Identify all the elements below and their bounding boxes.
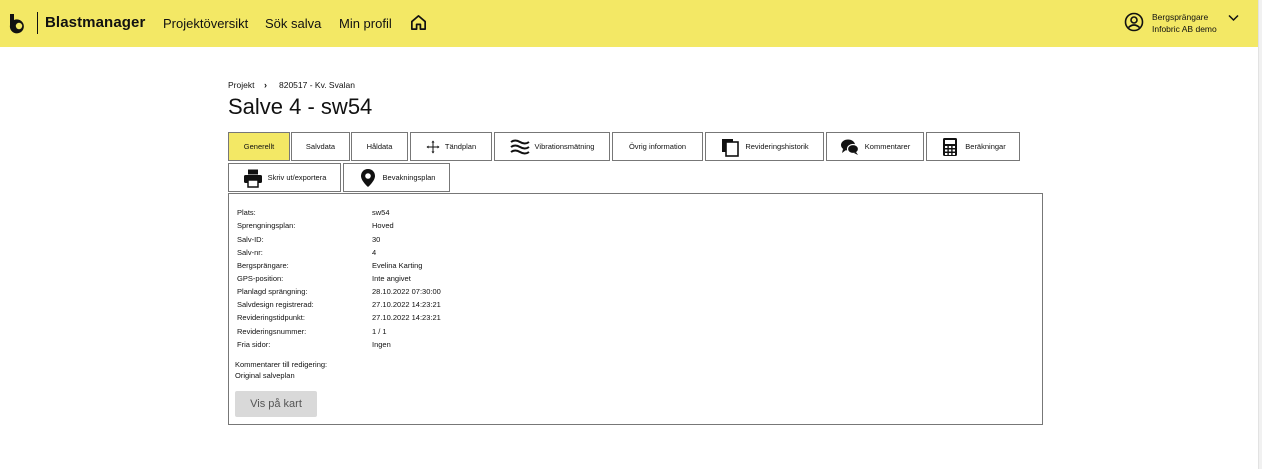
- detail-value: sw54: [372, 208, 390, 217]
- tab-label: Vibrationsmätning: [534, 142, 595, 151]
- user-name[interactable]: Bergsprängare: [1152, 12, 1208, 22]
- breadcrumb-project[interactable]: 820517 - Kv. Svalan: [279, 80, 355, 90]
- tab-revideringshistorik[interactable]: Revideringshistorik: [705, 132, 824, 161]
- waves-icon: [509, 139, 530, 154]
- nav-min-profil[interactable]: Min profil: [339, 16, 392, 31]
- detail-label: Salvdesign registrerad:: [237, 300, 314, 309]
- tab-label: Revideringshistorik: [745, 142, 809, 151]
- top-bar: Blastmanager Projektöversikt Sök salva M…: [0, 0, 1258, 47]
- tab-label: Beräkningar: [965, 142, 1006, 151]
- tab-haldata[interactable]: Håldata: [351, 132, 408, 161]
- detail-label: Plats:: [237, 208, 256, 217]
- detail-value: Hoved: [372, 221, 394, 230]
- user-avatar-icon[interactable]: [1124, 12, 1144, 32]
- detail-label: Salv-nr:: [237, 248, 263, 257]
- tab-label: Skriv ut/exportera: [267, 173, 327, 182]
- printer-icon: [243, 169, 262, 188]
- tab-ovrig-information[interactable]: Övrig information: [612, 132, 703, 161]
- move-arrows-icon: [426, 140, 440, 153]
- detail-label: Revideringstidpunkt:: [237, 313, 305, 322]
- detail-label: GPS-position:: [237, 274, 284, 283]
- comments-value: Original salveplan: [235, 371, 295, 380]
- tab-salvdata[interactable]: Salvdata: [291, 132, 350, 161]
- detail-label: Revideringsnummer:: [237, 327, 307, 336]
- detail-value: 28.10.2022 07:30:00: [372, 287, 441, 296]
- tab-berakningar[interactable]: Beräkningar: [926, 132, 1020, 161]
- show-on-map-button[interactable]: Vis på kart: [235, 391, 317, 417]
- tab-label: Håldata: [366, 142, 393, 151]
- user-organization[interactable]: Infobric AB demo: [1152, 24, 1217, 34]
- scrollbar-track[interactable]: [1258, 0, 1262, 469]
- tab-tandplan[interactable]: Tändplan: [410, 132, 492, 161]
- tab-bevakningsplan[interactable]: Bevakningsplan: [343, 163, 450, 192]
- tab-generellt[interactable]: Generellt: [228, 132, 290, 161]
- brand-name[interactable]: Blastmanager: [45, 14, 145, 31]
- tab-label: Generellt: [243, 142, 275, 151]
- detail-label: Planlagd sprängning:: [237, 287, 308, 296]
- detail-label: Fria sidor:: [237, 340, 271, 349]
- breadcrumb-separator: ›: [264, 80, 267, 90]
- tab-vibrationsmatning[interactable]: Vibrationsmätning: [494, 132, 610, 161]
- detail-value: Ingen: [372, 340, 391, 349]
- details-panel: Plats: sw54 Sprengningsplan: Hoved Salv-…: [228, 193, 1043, 425]
- page-title: Salve 4 - sw54: [228, 94, 373, 119]
- detail-value: 4: [372, 248, 377, 257]
- detail-value: 1 / 1: [372, 327, 387, 336]
- detail-value: 30: [372, 235, 381, 244]
- tab-kommentarer[interactable]: Kommentarer: [826, 132, 924, 161]
- detail-value: Evelina Karting: [372, 261, 423, 270]
- home-icon[interactable]: [409, 13, 428, 32]
- blastmanager-logo-icon[interactable]: [7, 12, 29, 34]
- nav-sok-salva[interactable]: Sök salva: [265, 16, 321, 31]
- chevron-down-icon[interactable]: [1228, 14, 1239, 22]
- calculator-icon: [943, 137, 958, 156]
- nav-projektoversikt[interactable]: Projektöversikt: [163, 16, 248, 31]
- tab-label: Bevakningsplan: [382, 173, 436, 182]
- detail-label: Bergsprängare:: [237, 261, 289, 270]
- comments-label: Kommentarer till redigering:: [235, 360, 328, 369]
- chat-icon: [840, 139, 859, 155]
- tab-skriv-ut-exportera[interactable]: Skriv ut/exportera: [228, 163, 341, 192]
- tab-label: Kommentarer: [864, 142, 911, 151]
- detail-value: 27.10.2022 14:23:21: [372, 300, 441, 309]
- tab-label: Tändplan: [444, 142, 477, 151]
- brand-separator: [37, 12, 38, 34]
- detail-value: Inte angivet: [372, 274, 411, 283]
- detail-label: Salv-ID:: [237, 235, 264, 244]
- detail-value: 27.10.2022 14:23:21: [372, 313, 441, 322]
- detail-label: Sprengningsplan:: [237, 221, 296, 230]
- tab-label: Salvdata: [305, 142, 336, 151]
- tab-label: Övrig information: [628, 142, 687, 151]
- documents-icon: [722, 138, 740, 157]
- breadcrumb-projekt[interactable]: Projekt: [228, 80, 254, 90]
- location-pin-icon: [360, 168, 375, 187]
